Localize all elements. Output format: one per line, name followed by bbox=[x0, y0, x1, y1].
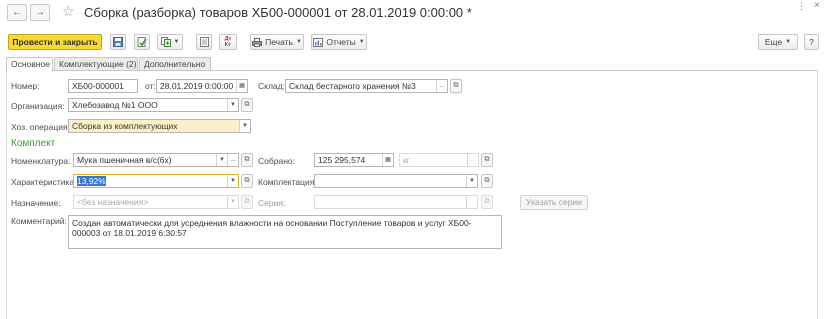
debit-credit-icon: Дт Кт bbox=[224, 36, 232, 48]
organization-field[interactable]: Хлебозавод №1 ООО ▼ bbox=[68, 98, 239, 112]
window-title: Сборка (разборка) товаров ХБ00-000001 от… bbox=[84, 5, 472, 20]
kitting-label: Комплектация: bbox=[258, 177, 317, 187]
tab-components[interactable]: Комплектующие (2) bbox=[54, 57, 138, 71]
reports-label: Отчеты bbox=[326, 37, 356, 47]
reports-button[interactable]: Отчеты ▼ bbox=[311, 34, 367, 50]
reports-icon bbox=[313, 37, 324, 47]
warehouse-value: Склад бестарного хранения №3 bbox=[289, 81, 416, 91]
post-button[interactable] bbox=[134, 34, 150, 50]
chevron-down-icon: ▼ bbox=[785, 39, 792, 45]
help-icon: ? bbox=[809, 37, 814, 47]
open-link-icon[interactable]: ⧉ bbox=[481, 174, 493, 188]
unit-placeholder: кг bbox=[403, 155, 410, 165]
chevron-down-icon: ▼ bbox=[227, 196, 238, 208]
chevron-down-icon[interactable]: ▼ bbox=[227, 175, 238, 187]
open-link-icon: ⧉ bbox=[481, 195, 493, 209]
document-journal-button[interactable] bbox=[196, 34, 212, 50]
close-icon[interactable]: × bbox=[814, 0, 820, 11]
collected-value: 125 295,574 bbox=[318, 155, 366, 165]
operation-value: Сборка из комплектующих bbox=[72, 121, 178, 131]
more-button[interactable]: Еще ▼ bbox=[758, 34, 798, 50]
post-document-icon bbox=[137, 37, 147, 47]
tab-main[interactable]: Основное bbox=[6, 57, 53, 72]
operation-label: Хоз. операция: bbox=[11, 122, 70, 132]
ellipsis-icon: ... bbox=[466, 196, 477, 208]
accounting-entries-button[interactable]: Дт Кт bbox=[219, 34, 237, 50]
collected-label: Собрано: bbox=[258, 156, 295, 166]
kitting-field[interactable]: ▼ bbox=[314, 174, 478, 188]
open-link-icon[interactable]: ⧉ bbox=[241, 174, 253, 188]
warehouse-field[interactable]: Склад бестарного хранения №3 ... bbox=[285, 79, 448, 93]
arrow-right-icon: → bbox=[35, 7, 45, 18]
help-button[interactable]: ? bbox=[804, 34, 819, 50]
create-based-on-icon bbox=[160, 37, 171, 47]
characteristic-label: Характеристика: bbox=[11, 177, 77, 187]
chevron-down-icon: ▼ bbox=[295, 39, 302, 45]
purpose-placeholder: <без назначения> bbox=[77, 197, 149, 207]
nomenclature-value: Мука пшеничная в/с(6х) bbox=[77, 155, 172, 165]
nomenclature-label: Номенклатура: bbox=[11, 156, 71, 166]
arrow-left-icon: ← bbox=[12, 7, 22, 18]
ellipsis-icon[interactable]: ... bbox=[227, 154, 238, 166]
ellipsis-icon[interactable]: ... bbox=[436, 80, 447, 92]
specify-series-button: Указать серии bbox=[520, 195, 588, 210]
printer-icon bbox=[252, 37, 263, 47]
open-link-icon[interactable]: ⧉ bbox=[481, 153, 493, 167]
organization-value: Хлебозавод №1 ООО bbox=[72, 100, 158, 110]
purpose-field: <без назначения> ▼ bbox=[73, 195, 239, 209]
number-label: Номер: bbox=[11, 81, 40, 91]
chevron-down-icon: ▼ bbox=[173, 39, 180, 45]
unit-field: кг ... bbox=[399, 153, 479, 167]
comment-field[interactable]: Создан автоматически для усреднения влаж… bbox=[68, 215, 502, 249]
open-link-icon[interactable]: ⧉ bbox=[450, 79, 462, 93]
open-link-icon[interactable]: ⧉ bbox=[241, 153, 253, 167]
calendar-icon[interactable]: ▦ bbox=[236, 80, 247, 92]
warehouse-label: Склад: bbox=[258, 81, 285, 91]
chevron-down-icon[interactable]: ▼ bbox=[227, 99, 238, 111]
chevron-down-icon[interactable]: ▼ bbox=[239, 120, 250, 132]
date-value: 28.01.2019 0:00:00 bbox=[160, 81, 234, 91]
series-field: ... bbox=[314, 195, 478, 209]
print-label: Печать bbox=[265, 37, 293, 47]
chevron-down-icon[interactable]: ▼ bbox=[466, 175, 477, 187]
comment-label: Комментарий: bbox=[11, 216, 67, 226]
document-list-icon bbox=[199, 37, 209, 47]
series-label: Серия: bbox=[258, 198, 286, 208]
ellipsis-icon: ... bbox=[467, 154, 478, 166]
number-field[interactable]: ХБ00-000001 bbox=[68, 79, 138, 93]
operation-field[interactable]: Сборка из комплектующих ▼ bbox=[68, 119, 251, 133]
more-label: Еще bbox=[764, 37, 783, 47]
post-and-close-button[interactable]: Провести и закрыть bbox=[8, 34, 102, 50]
characteristic-value: 13,92% bbox=[77, 176, 106, 186]
open-link-icon: ⧉ bbox=[241, 195, 253, 209]
back-button[interactable]: ← bbox=[7, 4, 27, 21]
tab-additional[interactable]: Дополнительно bbox=[139, 57, 211, 71]
save-icon bbox=[113, 37, 123, 47]
forward-button[interactable]: → bbox=[30, 4, 50, 21]
characteristic-field[interactable]: 13,92% ▼ bbox=[73, 174, 239, 188]
calculator-icon[interactable]: ▦ bbox=[382, 154, 393, 166]
date-label: от: bbox=[145, 81, 156, 91]
nomenclature-field[interactable]: Мука пшеничная в/с(6х) ▼ ... bbox=[73, 153, 239, 167]
more-vertical-icon[interactable]: ⋮ bbox=[797, 1, 806, 12]
kit-section-title: Комплект bbox=[11, 138, 56, 149]
save-button[interactable] bbox=[110, 34, 126, 50]
favorite-star-icon[interactable]: ☆ bbox=[62, 3, 75, 19]
open-link-icon[interactable]: ⧉ bbox=[241, 98, 253, 112]
chevron-down-icon: ▼ bbox=[358, 39, 365, 45]
date-field[interactable]: 28.01.2019 0:00:00 ▦ bbox=[156, 79, 248, 93]
collected-quantity-field[interactable]: 125 295,574 ▦ bbox=[314, 153, 394, 167]
print-button[interactable]: Печать ▼ bbox=[250, 34, 304, 50]
chevron-down-icon[interactable]: ▼ bbox=[216, 154, 227, 166]
create-based-on-button[interactable]: ▼ bbox=[157, 34, 183, 50]
organization-label: Организация: bbox=[11, 101, 65, 111]
purpose-label: Назначение: bbox=[11, 198, 61, 208]
